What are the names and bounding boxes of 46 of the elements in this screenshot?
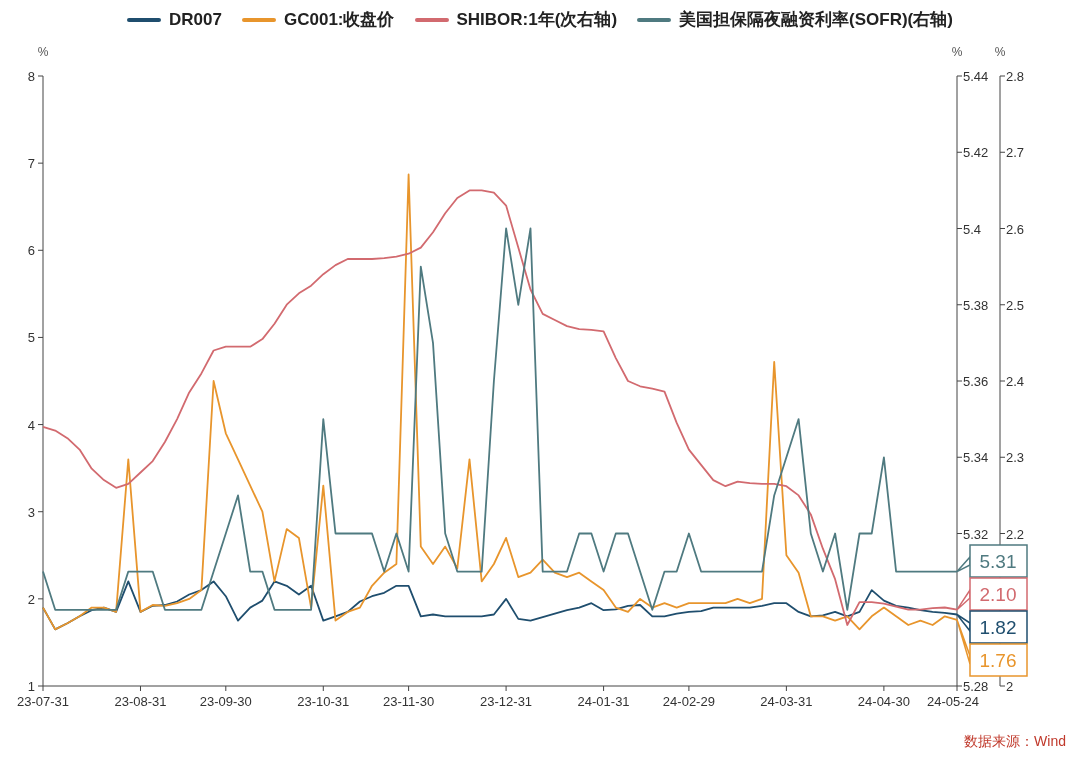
tick-label: 7 <box>27 156 35 172</box>
axis-unit: % <box>994 45 1006 59</box>
tick-label: 5 <box>27 330 35 346</box>
value-callout: 5.31 <box>956 544 1028 578</box>
tick-label: 5.32 <box>963 526 989 542</box>
legend-label: DR007 <box>169 9 222 32</box>
tick-label: 24-02-29 <box>662 694 715 709</box>
tick-label: 2.7 <box>1006 145 1025 161</box>
tick-label: 5.44 <box>963 69 989 84</box>
tick-label: 1 <box>27 679 35 694</box>
tick-label: 2.6 <box>1006 221 1025 237</box>
tick-label: 23-09-30 <box>199 694 252 709</box>
tick-label: 6 <box>27 243 35 259</box>
tick-label: 5.34 <box>963 450 989 466</box>
tick-label: 23-07-31 <box>17 694 69 709</box>
tick-label: 2.4 <box>1006 374 1025 389</box>
value-callout: 1.82 <box>956 610 1028 644</box>
tick-label: 24-01-31 <box>577 694 630 709</box>
tick-label: 5.38 <box>963 297 989 313</box>
tick-label: 2 <box>27 591 35 607</box>
tick-label: 2.5 <box>1006 297 1025 313</box>
tick-label: 23-08-31 <box>114 694 167 709</box>
tick-label: 24-03-31 <box>760 694 813 709</box>
tick-label: 5.36 <box>963 374 989 389</box>
legend-label: SHIBOR:1年(次右轴) <box>456 9 618 32</box>
tick-label: 24-04-30 <box>857 694 910 709</box>
source-note: 数据来源：Wind <box>964 733 1066 749</box>
tick-label: 2.3 <box>1006 450 1025 466</box>
axis-unit: % <box>951 45 963 59</box>
tick-label: 8 <box>27 69 35 84</box>
tick-label: 3 <box>27 504 35 520</box>
tick-label: 4 <box>27 417 35 433</box>
tick-label: 23-10-31 <box>297 694 350 709</box>
legend-label: 美国担保隔夜融资利率(SOFR)(右轴) <box>679 9 953 32</box>
tick-label: 23-11-30 <box>383 694 435 709</box>
tick-label: 2 <box>1006 679 1014 694</box>
value-callout: 2.10 <box>956 577 1028 611</box>
legend-label: GC001:收盘价 <box>283 9 395 32</box>
tick-label: 5.4 <box>963 221 982 237</box>
tick-label: 2.8 <box>1006 69 1025 84</box>
tick-label: 24-05-24 <box>927 694 979 709</box>
axis-unit: % <box>37 45 49 59</box>
tick-label: 5.42 <box>963 145 989 161</box>
tick-label: 2.2 <box>1006 526 1025 542</box>
tick-label: 23-12-31 <box>480 694 533 709</box>
tick-label: 5.28 <box>963 679 989 694</box>
